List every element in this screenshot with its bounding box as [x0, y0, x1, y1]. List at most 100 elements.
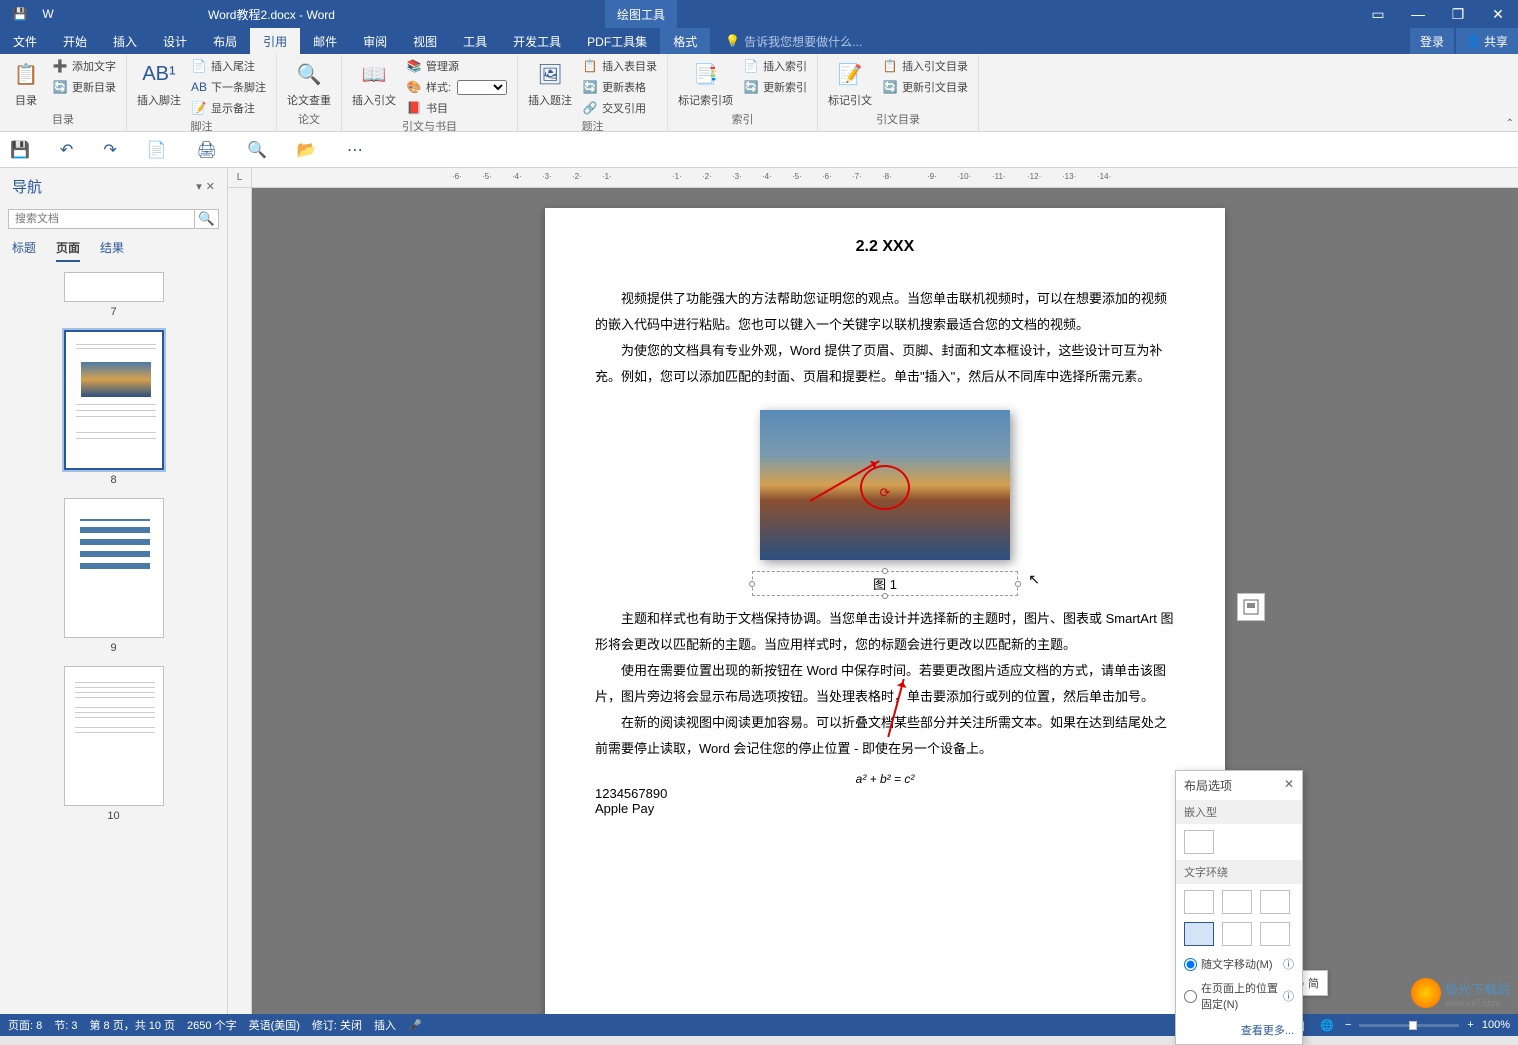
insert-authorities-button[interactable]: 📋插入引文目录 — [878, 56, 972, 76]
status-track[interactable]: 修订: 关闭 — [312, 1017, 362, 1033]
qat-redo-icon[interactable]: ↷ — [103, 140, 116, 160]
caption-textbox[interactable]: 图 1 — [752, 571, 1018, 596]
mark-citation-button[interactable]: 📝 标记引文 — [824, 56, 876, 111]
qat-save-icon[interactable]: 💾 — [10, 140, 30, 160]
page-thumb-9[interactable] — [64, 498, 164, 638]
manage-sources-button[interactable]: 📚管理源 — [402, 56, 511, 76]
info-icon[interactable]: ⓘ — [1283, 988, 1294, 1004]
qat-preview-icon[interactable]: 🔍 — [247, 140, 267, 160]
zoom-slider[interactable] — [1359, 1024, 1459, 1027]
cross-reference-button[interactable]: 🔗交叉引用 — [578, 98, 661, 118]
nav-close-icon[interactable]: ✕ — [206, 180, 215, 193]
maximize-icon[interactable]: ❐ — [1438, 0, 1478, 28]
qat-new-icon[interactable]: 📄 — [147, 140, 167, 160]
zoom-out-icon[interactable]: − — [1345, 1019, 1351, 1031]
tab-home[interactable]: 开始 — [50, 28, 100, 54]
update-toc-button[interactable]: 🔄更新目录 — [48, 77, 120, 97]
insert-caption-button[interactable]: 🖼 插入题注 — [524, 56, 576, 118]
update-table-button[interactable]: 🔄更新表格 — [578, 77, 661, 97]
style-dropdown[interactable]: 🎨样式: — [402, 77, 511, 97]
insert-index-button[interactable]: 📄插入索引 — [739, 56, 811, 76]
insert-table-figures-button[interactable]: 📋插入表目录 — [578, 56, 661, 76]
nav-search-input[interactable] — [8, 209, 195, 229]
nav-tab-headings[interactable]: 标题 — [12, 239, 36, 262]
add-text-button[interactable]: ➕添加文字 — [48, 56, 120, 76]
tab-review[interactable]: 审阅 — [350, 28, 400, 54]
see-more-link[interactable]: 查看更多... — [1176, 1016, 1302, 1044]
tab-mailings[interactable]: 邮件 — [300, 28, 350, 54]
wrap-square-option[interactable] — [1184, 890, 1214, 914]
fix-position-radio[interactable]: 在页面上的位置固定(N) ⓘ — [1176, 976, 1302, 1016]
zoom-in-icon[interactable]: + — [1467, 1019, 1473, 1031]
resize-handle[interactable] — [882, 568, 888, 574]
share-button[interactable]: 👤共享 — [1456, 28, 1518, 54]
tab-design[interactable]: 设计 — [150, 28, 200, 54]
tab-developer[interactable]: 开发工具 — [500, 28, 574, 54]
horizontal-ruler[interactable]: ·6··5··4··3··2··1··1··2··3··4··5··6··7··… — [252, 168, 1518, 188]
document-image[interactable]: ⟳ — [760, 410, 1010, 560]
tab-layout[interactable]: 布局 — [200, 28, 250, 54]
tell-me-search[interactable]: 💡 告诉我您想要做什么... — [725, 33, 862, 50]
zoom-level[interactable]: 100% — [1482, 1019, 1510, 1031]
page-thumb-8[interactable] — [64, 330, 164, 470]
status-insert[interactable]: 插入 — [374, 1017, 396, 1033]
info-icon[interactable]: ⓘ — [1283, 956, 1294, 972]
insert-citation-button[interactable]: 📖 插入引文 — [348, 56, 400, 118]
wrap-front-option[interactable] — [1260, 922, 1290, 946]
vertical-ruler[interactable] — [228, 188, 252, 1014]
qat-undo-icon[interactable]: ↶ — [60, 140, 73, 160]
status-words[interactable]: 2650 个字 — [187, 1017, 237, 1033]
qat-print-icon[interactable]: 🖨 — [197, 140, 217, 160]
bibliography-button[interactable]: 📕书目 — [402, 98, 511, 118]
status-record-icon[interactable]: 🎤 — [408, 1019, 422, 1032]
collapse-ribbon-icon[interactable]: ⌃ — [1506, 118, 1514, 129]
close-icon[interactable]: ✕ — [1478, 0, 1518, 28]
status-language[interactable]: 英语(美国) — [249, 1017, 300, 1033]
save-icon[interactable]: 💾 — [8, 4, 32, 24]
qat-more-icon[interactable]: ⋯ — [347, 140, 363, 160]
tab-insert[interactable]: 插入 — [100, 28, 150, 54]
move-with-text-radio[interactable]: 随文字移动(M) ⓘ — [1176, 952, 1302, 976]
update-index-button[interactable]: 🔄更新索引 — [739, 77, 811, 97]
popup-close-icon[interactable]: ✕ — [1284, 777, 1294, 794]
tab-format[interactable]: 格式 — [660, 28, 710, 54]
minimize-icon[interactable]: — — [1398, 0, 1438, 28]
status-page-of[interactable]: 第 8 页，共 10 页 — [89, 1017, 175, 1033]
view-web-icon[interactable]: 🌐 — [1317, 1017, 1337, 1033]
tab-tools[interactable]: 工具 — [450, 28, 500, 54]
wrap-through-option[interactable] — [1260, 890, 1290, 914]
show-notes-button[interactable]: 📝显示备注 — [187, 98, 270, 118]
page-thumb-10[interactable] — [64, 666, 164, 806]
tab-pdf[interactable]: PDF工具集 — [574, 28, 660, 54]
layout-options-button[interactable] — [1237, 593, 1265, 621]
insert-footnote-button[interactable]: AB¹ 插入脚注 — [133, 56, 185, 118]
nav-tab-results[interactable]: 结果 — [100, 239, 124, 262]
wrap-inline-option[interactable] — [1184, 830, 1214, 854]
mark-index-button[interactable]: 📑 标记索引项 — [674, 56, 737, 111]
resize-handle[interactable] — [1015, 581, 1021, 587]
tab-view[interactable]: 视图 — [400, 28, 450, 54]
nav-search-button[interactable]: 🔍 — [195, 209, 219, 229]
ribbon-display-icon[interactable]: ▭ — [1358, 0, 1398, 28]
resize-handle[interactable] — [882, 593, 888, 599]
next-footnote-button[interactable]: AB下一条脚注 — [187, 77, 270, 97]
login-button[interactable]: 登录 — [1410, 28, 1454, 54]
page-thumb-7[interactable] — [64, 272, 164, 302]
tab-file[interactable]: 文件 — [0, 28, 50, 54]
nav-dropdown-icon[interactable]: ▾ — [196, 180, 202, 193]
wrap-topbottom-option[interactable] — [1184, 922, 1214, 946]
status-section[interactable]: 节: 3 — [54, 1017, 77, 1033]
wrap-tight-option[interactable] — [1222, 890, 1252, 914]
rotate-handle-icon[interactable]: ⟳ — [880, 485, 891, 501]
resize-handle[interactable] — [749, 581, 755, 587]
update-authorities-button[interactable]: 🔄更新引文目录 — [878, 77, 972, 97]
toc-button[interactable]: 📋 目录 — [6, 56, 46, 111]
wrap-behind-option[interactable] — [1222, 922, 1252, 946]
insert-endnote-button[interactable]: 📄插入尾注 — [187, 56, 270, 76]
tab-references[interactable]: 引用 — [250, 28, 300, 54]
qat-open-icon[interactable]: 📂 — [297, 140, 317, 160]
document-page[interactable]: 2.2 XXX 视频提供了功能强大的方法帮助您证明您的观点。当您单击联机视频时，… — [545, 208, 1225, 1014]
nav-tab-pages[interactable]: 页面 — [56, 239, 80, 262]
paper-check-button[interactable]: 🔍 论文查重 — [283, 56, 335, 111]
status-page[interactable]: 页面: 8 — [8, 1017, 42, 1033]
